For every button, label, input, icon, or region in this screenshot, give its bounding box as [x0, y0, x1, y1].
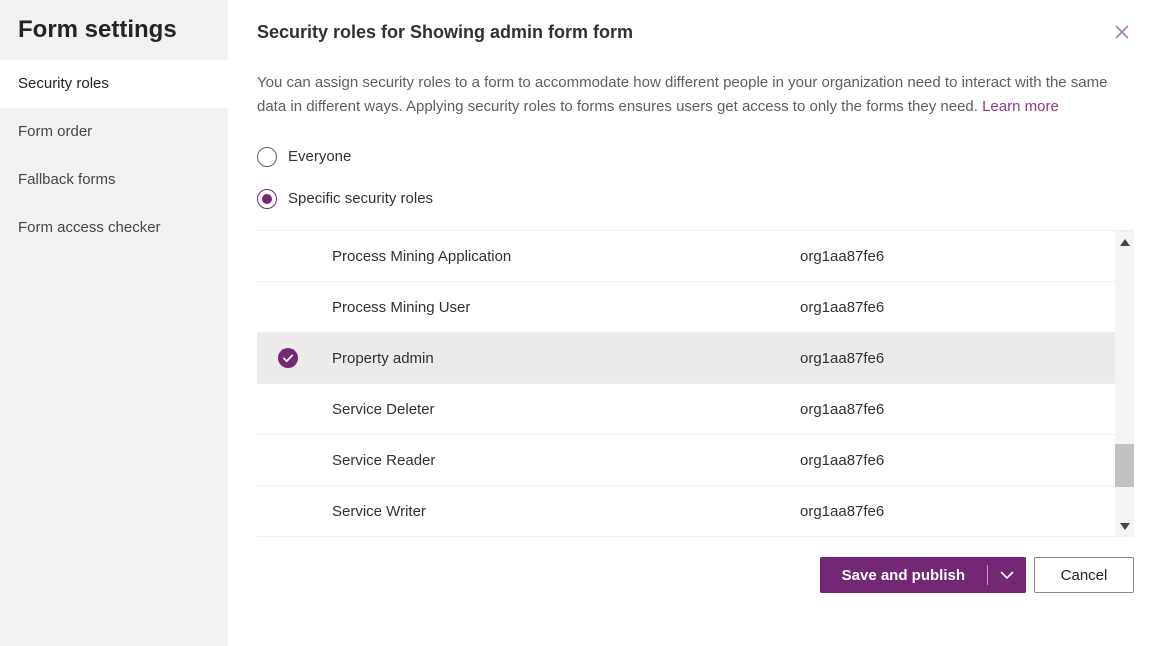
- cancel-button[interactable]: Cancel: [1034, 557, 1134, 593]
- audience-radio-group: Everyone Specific security roles: [257, 146, 1134, 209]
- sidebar-title: Form settings: [18, 16, 177, 43]
- dialog-footer: Save and publish Cancel: [257, 557, 1134, 593]
- role-row-service-reader[interactable]: Service Reader org1aa87fe6: [257, 435, 1115, 486]
- security-roles-rows: Process Mining Application org1aa87fe6 P…: [257, 231, 1115, 537]
- scroll-up-icon[interactable]: [1115, 233, 1134, 251]
- role-row-service-writer[interactable]: Service Writer org1aa87fe6: [257, 486, 1115, 537]
- role-row-process-mining-application[interactable]: Process Mining Application org1aa87fe6: [257, 231, 1115, 282]
- role-row-service-deleter[interactable]: Service Deleter org1aa87fe6: [257, 384, 1115, 435]
- learn-more-link[interactable]: Learn more: [982, 98, 1059, 115]
- close-x-glyph: [1115, 25, 1129, 39]
- role-org: org1aa87fe6: [800, 451, 885, 469]
- security-roles-table: Process Mining Application org1aa87fe6 P…: [257, 230, 1134, 537]
- radio-everyone-label: Everyone: [288, 148, 352, 165]
- role-name: Service Reader: [332, 451, 436, 469]
- role-org: org1aa87fe6: [800, 247, 885, 265]
- role-org: org1aa87fe6: [800, 349, 885, 367]
- role-name: Property admin: [332, 349, 434, 367]
- role-name: Process Mining User: [332, 298, 471, 316]
- dialog-title: Security roles for Showing admin form fo…: [257, 22, 634, 42]
- table-scrollbar[interactable]: [1115, 231, 1134, 537]
- role-name: Service Deleter: [332, 400, 435, 418]
- radio-selected-icon: [257, 188, 277, 209]
- role-row-process-mining-user[interactable]: Process Mining User org1aa87fe6: [257, 282, 1115, 333]
- close-icon[interactable]: [1108, 18, 1136, 46]
- radio-everyone[interactable]: Everyone: [257, 146, 1134, 167]
- role-name: Process Mining Application: [332, 247, 512, 265]
- form-settings-window: Form settings Security roles Form order …: [0, 0, 1152, 646]
- sidebar-item-fallback-forms[interactable]: Fallback forms: [0, 156, 228, 204]
- check-cell: [257, 348, 332, 368]
- sidebar-item-form-order[interactable]: Form order: [0, 108, 228, 156]
- save-split-button: Save and publish: [819, 557, 1026, 593]
- radio-specific-roles-label: Specific security roles: [288, 190, 434, 207]
- scrollbar-thumb[interactable]: [1115, 444, 1134, 487]
- radio-unselected-icon: [257, 146, 277, 167]
- save-options-dropdown-button[interactable]: [988, 557, 1026, 593]
- role-row-property-admin[interactable]: Property admin org1aa87fe6: [257, 333, 1115, 384]
- sidebar-item-security-roles[interactable]: Security roles: [0, 60, 228, 108]
- sidebar: Form settings Security roles Form order …: [0, 0, 228, 646]
- sidebar-item-form-access-checker[interactable]: Form access checker: [0, 204, 228, 252]
- chevron-down-icon: [1000, 571, 1014, 579]
- role-name: Service Writer: [332, 502, 426, 520]
- radio-specific-security-roles[interactable]: Specific security roles: [257, 188, 1134, 209]
- checkmark-circle-icon: [278, 348, 298, 368]
- dialog-description: You can assign security roles to a form …: [257, 71, 1129, 119]
- save-and-publish-button[interactable]: Save and publish: [819, 557, 987, 593]
- description-text: You can assign security roles to a form …: [257, 74, 1108, 115]
- panel-header: Security roles for Showing admin form fo…: [257, 0, 1134, 44]
- role-org: org1aa87fe6: [800, 400, 885, 418]
- sidebar-nav: Security roles Form order Fallback forms…: [0, 60, 228, 252]
- role-org: org1aa87fe6: [800, 502, 885, 520]
- security-roles-panel: Security roles for Showing admin form fo…: [228, 0, 1152, 646]
- role-org: org1aa87fe6: [800, 298, 885, 316]
- scroll-down-icon[interactable]: [1115, 517, 1134, 535]
